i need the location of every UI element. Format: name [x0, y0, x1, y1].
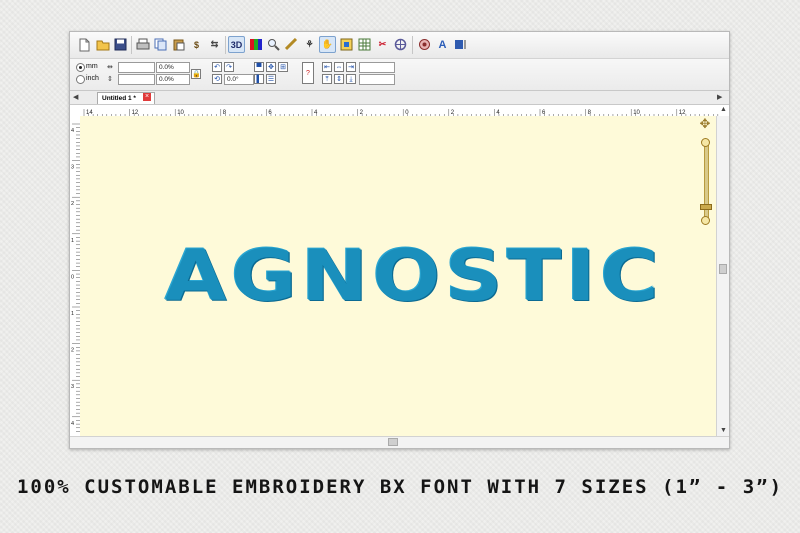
view-3d-button[interactable]: 3D	[228, 36, 245, 53]
copy-icon[interactable]	[152, 36, 169, 53]
tab-scroll-left-icon[interactable]: ◀	[73, 93, 78, 101]
width-scale-field[interactable]: 0.0%	[156, 62, 190, 73]
measure-icon[interactable]	[283, 36, 300, 53]
spacing-vmid-icon[interactable]: ⇕	[334, 74, 344, 84]
compass-icon[interactable]: ✥	[697, 116, 713, 132]
embroidery-editor-window: $ ⇆ 3D ⚘ ✋ ✂ A mm inch ⇹ ⇕ 0.0% 0.0% 🔒 ↶…	[69, 31, 730, 463]
rotation-field[interactable]: 0.0°	[224, 74, 254, 85]
unit-inch-radio[interactable]	[76, 75, 85, 84]
grid-icon[interactable]	[356, 36, 373, 53]
save-icon[interactable]	[112, 36, 129, 53]
split-icon[interactable]: ⚘	[301, 36, 318, 53]
ruler-label: 1	[71, 238, 74, 244]
horizontal-scroll-thumb[interactable]	[388, 438, 398, 446]
align-left-icon[interactable]: ▌	[254, 74, 264, 84]
ruler-label: 2	[71, 201, 74, 207]
scroll-down-icon[interactable]: ▼	[720, 427, 727, 434]
color-palette-icon[interactable]	[247, 36, 264, 53]
horizontal-scrollbar[interactable]	[70, 436, 729, 448]
unit-mm-label: mm	[86, 63, 98, 70]
stitch-icon[interactable]: ✂	[374, 36, 391, 53]
height-field[interactable]	[118, 74, 155, 85]
spacing-top-icon[interactable]: ⤒	[322, 74, 332, 84]
settings-icon[interactable]	[392, 36, 409, 53]
text-icon[interactable]: A	[434, 36, 451, 53]
spacing-v-field[interactable]	[359, 74, 395, 85]
ruler-label: 1	[71, 311, 74, 317]
design-canvas[interactable]: ✥ AGNOSTIC	[80, 116, 716, 436]
ruler-label: 4	[71, 421, 74, 427]
ruler-label: 2	[71, 348, 74, 354]
align-top-icon[interactable]: ▀	[254, 62, 264, 72]
transform-icon[interactable]: $	[188, 36, 205, 53]
ruler-label: 4	[71, 128, 74, 134]
zoom-slider-track[interactable]	[704, 142, 709, 222]
tab-scroll-right-icon[interactable]: ▶	[717, 93, 722, 101]
open-folder-icon[interactable]	[94, 36, 111, 53]
rotate-left-icon[interactable]: ↶	[212, 62, 222, 72]
height-scale-field[interactable]: 0.0%	[156, 74, 190, 85]
flip-icon[interactable]: ⇆	[206, 36, 223, 53]
close-tab-icon[interactable]: ×	[143, 93, 151, 101]
vertical-scrollbar[interactable]: ▲ ▼	[716, 106, 729, 436]
toolbar-separator	[412, 36, 413, 54]
embroidery-design-text[interactable]: AGNOSTIC	[83, 238, 716, 314]
height-icon: ⇕	[107, 76, 113, 83]
unit-mm-radio[interactable]	[76, 63, 85, 72]
vertical-scroll-thumb[interactable]	[719, 264, 727, 274]
width-icon: ⇹	[107, 64, 113, 71]
property-toolbar: mm inch ⇹ ⇕ 0.0% 0.0% 🔒 ↶ ↷ ⟲ 0.0° ▀ ✥ ⊞…	[70, 59, 729, 91]
zoom-icon[interactable]	[265, 36, 282, 53]
main-toolbar: $ ⇆ 3D ⚘ ✋ ✂ A	[70, 32, 729, 59]
print-icon[interactable]	[134, 36, 151, 53]
zoom-slider-knob[interactable]	[700, 204, 712, 210]
ruler-label: 0	[71, 274, 74, 280]
select-icon[interactable]	[338, 36, 355, 53]
unit-inch-label: inch	[86, 75, 99, 82]
help-icon[interactable]: ?	[302, 62, 314, 84]
paste-icon[interactable]	[170, 36, 187, 53]
zoom-out-icon[interactable]	[701, 216, 710, 225]
scroll-up-icon[interactable]: ▲	[720, 106, 727, 113]
rotation-icon: ⟲	[212, 74, 222, 84]
vertical-ruler-ticks: 4321012345	[71, 123, 80, 463]
spacing-h-field[interactable]	[359, 62, 395, 73]
spacing-left-icon[interactable]: ⇤	[322, 62, 332, 72]
new-file-icon[interactable]	[76, 36, 93, 53]
fit-icon[interactable]: ⊞	[278, 62, 288, 72]
lock-ratio-icon[interactable]: 🔒	[191, 69, 201, 79]
center-icon[interactable]: ✥	[266, 62, 276, 72]
document-tab-bar: ◀ Untitled 1 * × ▶	[70, 91, 729, 105]
spacing-right-icon[interactable]: ⇥	[346, 62, 356, 72]
distribute-icon[interactable]: ☰	[266, 74, 276, 84]
toolbar-separator	[131, 36, 132, 54]
letter-icon[interactable]	[452, 36, 469, 53]
rotate-right-icon[interactable]: ↷	[224, 62, 234, 72]
spacing-mid-icon[interactable]: ⇔	[334, 62, 344, 72]
width-field[interactable]	[118, 62, 155, 73]
zoom-in-icon[interactable]	[701, 138, 710, 147]
spacing-bottom-icon[interactable]: ⤓	[346, 74, 356, 84]
stitch-settings-icon[interactable]	[416, 36, 433, 53]
toolbar-separator	[225, 36, 226, 54]
ruler-label: 3	[71, 165, 74, 171]
product-caption: 100% CUSTOMABLE EMBROIDERY BX FONT WITH …	[16, 476, 784, 498]
ruler-label: 3	[71, 384, 74, 390]
hand-icon[interactable]: ✋	[319, 36, 336, 53]
